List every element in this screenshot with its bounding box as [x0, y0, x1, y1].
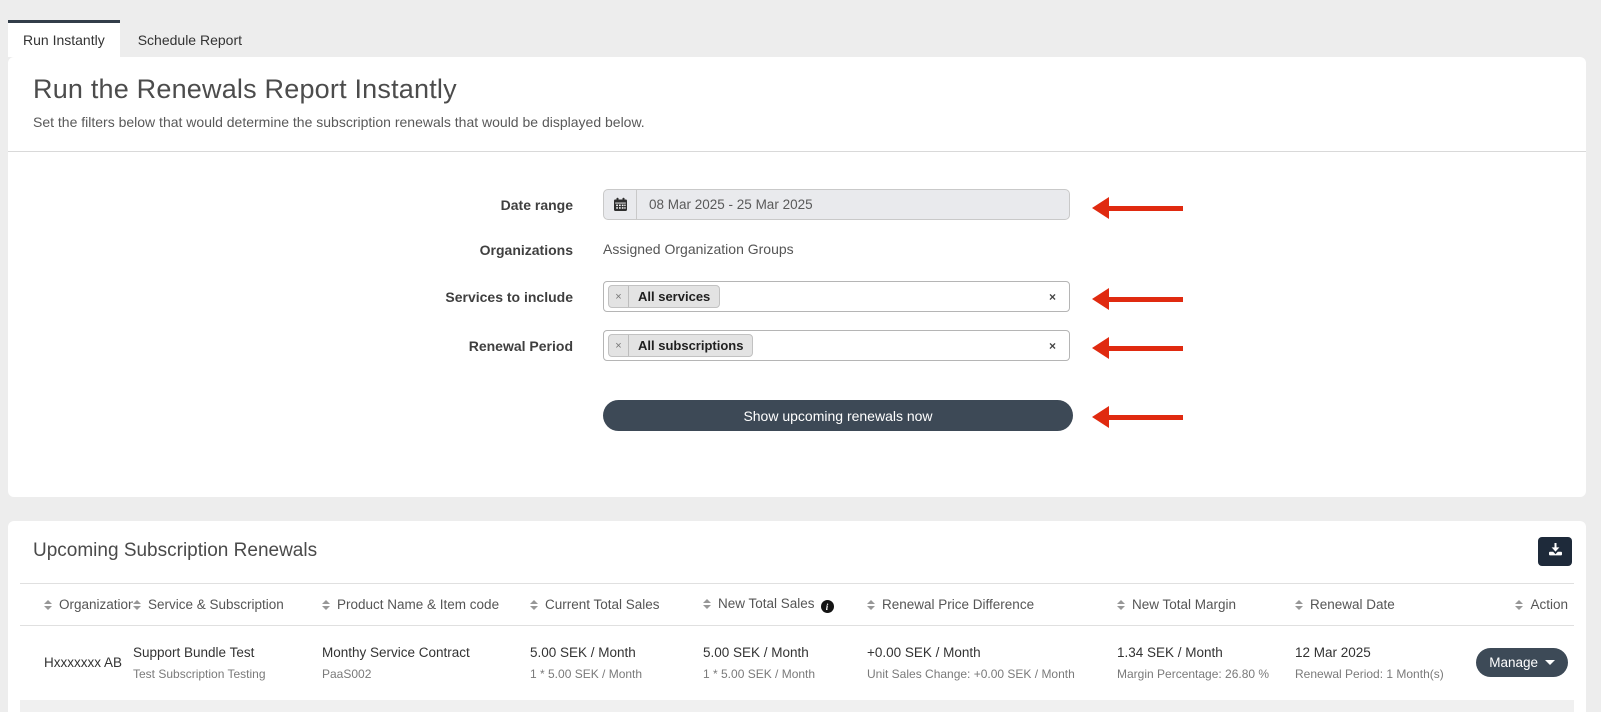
info-icon[interactable]: i: [821, 600, 834, 613]
chevron-down-icon: [1545, 660, 1555, 665]
renewal-period-detail: Renewal Period: 1 Month(s): [1295, 667, 1465, 681]
annotation-arrow-submit: [1092, 405, 1183, 429]
service-name: Support Bundle Test: [133, 645, 322, 660]
filters-form: Date range: [8, 152, 1586, 431]
date-range-value: 08 Mar 2025 - 25 Mar 2025: [637, 190, 813, 219]
renewal-period-label: Renewal Period: [8, 338, 573, 354]
sort-icon: [133, 600, 141, 610]
column-header-renewal-date[interactable]: Renewal Date: [1295, 584, 1465, 626]
sort-icon: [1515, 600, 1523, 610]
tab-schedule-report-label: Schedule Report: [138, 32, 242, 48]
sort-icon: [530, 600, 538, 610]
upcoming-renewals-panel: Upcoming Subscription Renewals Organizat…: [8, 521, 1586, 712]
margin-percentage: Margin Percentage: 26.80 %: [1117, 667, 1295, 681]
run-report-panel: Run the Renewals Report Instantly Set th…: [8, 57, 1586, 497]
column-header-organization[interactable]: Organization: [20, 584, 133, 626]
tag-remove-icon[interactable]: ×: [609, 286, 629, 307]
renewal-period-tag: × All subscriptions: [608, 334, 753, 357]
column-header-product-name[interactable]: Product Name & Item code: [322, 584, 530, 626]
renewal-price-difference: +0.00 SEK / Month: [867, 645, 1117, 660]
services-tag: × All services: [608, 285, 720, 308]
services-label: Services to include: [8, 289, 573, 305]
sort-icon: [44, 600, 52, 610]
sort-icon: [322, 600, 330, 610]
new-total-margin: 1.34 SEK / Month: [1117, 645, 1295, 660]
sort-icon: [1295, 600, 1303, 610]
subscription-name: Test Subscription Testing: [133, 667, 322, 681]
column-header-new-total-sales[interactable]: New Total Salesi: [703, 584, 867, 626]
services-multiselect[interactable]: × All services ×: [603, 281, 1070, 312]
date-range-input[interactable]: 08 Mar 2025 - 25 Mar 2025: [603, 189, 1070, 220]
renewals-header: Upcoming Subscription Renewals: [8, 521, 1586, 583]
renewal-date: 12 Mar 2025: [1295, 645, 1465, 660]
product-name: Monthy Service Contract: [322, 645, 530, 660]
new-total-sales: 5.00 SEK / Month: [703, 645, 867, 660]
annotation-arrow-renewal-period: [1092, 336, 1183, 360]
current-total-sales: 5.00 SEK / Month: [530, 645, 703, 660]
unit-sales-change: Unit Sales Change: +0.00 SEK / Month: [867, 667, 1117, 681]
tab-schedule-report[interactable]: Schedule Report: [120, 20, 260, 57]
current-sales-detail: 1 * 5.00 SEK / Month: [530, 667, 703, 681]
renewal-period-tag-label: All subscriptions: [629, 335, 752, 356]
item-code: PaaS002: [322, 667, 530, 681]
download-icon: [1548, 542, 1563, 560]
download-button[interactable]: [1538, 537, 1572, 566]
services-clear-icon[interactable]: ×: [1049, 291, 1056, 303]
sort-icon: [1117, 600, 1125, 610]
sort-icon: [867, 600, 875, 610]
organizations-label: Organizations: [8, 242, 573, 258]
show-renewals-button[interactable]: Show upcoming renewals now: [603, 400, 1073, 431]
page-title: Run the Renewals Report Instantly: [33, 74, 1561, 105]
table-row: Hxxxxxxx AB Support Bundle Test Test Sub…: [20, 626, 1574, 700]
sort-icon: [703, 599, 711, 609]
column-header-current-total-sales[interactable]: Current Total Sales: [530, 584, 703, 626]
table-header-row: Organization Service & Subscription Prod…: [20, 584, 1574, 626]
organizations-value: Assigned Organization Groups: [603, 241, 794, 257]
column-header-action[interactable]: Action: [1465, 584, 1574, 626]
new-sales-detail: 1 * 5.00 SEK / Month: [703, 667, 867, 681]
renewal-period-clear-icon[interactable]: ×: [1049, 340, 1056, 352]
tag-remove-icon[interactable]: ×: [609, 335, 629, 356]
column-header-renewal-price-difference[interactable]: Renewal Price Difference: [867, 584, 1117, 626]
tab-run-instantly[interactable]: Run Instantly: [8, 20, 120, 57]
renewals-table: Organization Service & Subscription Prod…: [20, 583, 1574, 712]
date-range-row: Date range: [8, 189, 1586, 220]
services-tag-label: All services: [629, 286, 719, 307]
column-header-service-subscription[interactable]: Service & Subscription: [133, 584, 322, 626]
date-range-label: Date range: [8, 197, 573, 213]
renewals-title: Upcoming Subscription Renewals: [33, 540, 317, 562]
annotation-arrow-date-range: [1092, 196, 1183, 220]
tab-bar: Run Instantly Schedule Report: [0, 0, 1601, 57]
manage-button-label: Manage: [1489, 655, 1538, 670]
panel-head: Run the Renewals Report Instantly Set th…: [8, 57, 1586, 152]
page-subtitle: Set the filters below that would determi…: [33, 114, 1561, 130]
calendar-icon: [604, 190, 637, 219]
annotation-arrow-services: [1092, 287, 1183, 311]
renewal-period-row: Renewal Period × All subscriptions ×: [8, 330, 1586, 361]
column-header-new-total-margin[interactable]: New Total Margin: [1117, 584, 1295, 626]
organizations-row: Organizations Assigned Organization Grou…: [8, 241, 1586, 259]
manage-button[interactable]: Manage: [1476, 648, 1568, 677]
services-row: Services to include × All services ×: [8, 281, 1586, 312]
table-row-next-partial: [20, 700, 1574, 712]
renewal-period-multiselect[interactable]: × All subscriptions ×: [603, 330, 1070, 361]
tab-run-instantly-label: Run Instantly: [23, 32, 105, 48]
organization-cell: Hxxxxxxx AB: [44, 655, 133, 670]
